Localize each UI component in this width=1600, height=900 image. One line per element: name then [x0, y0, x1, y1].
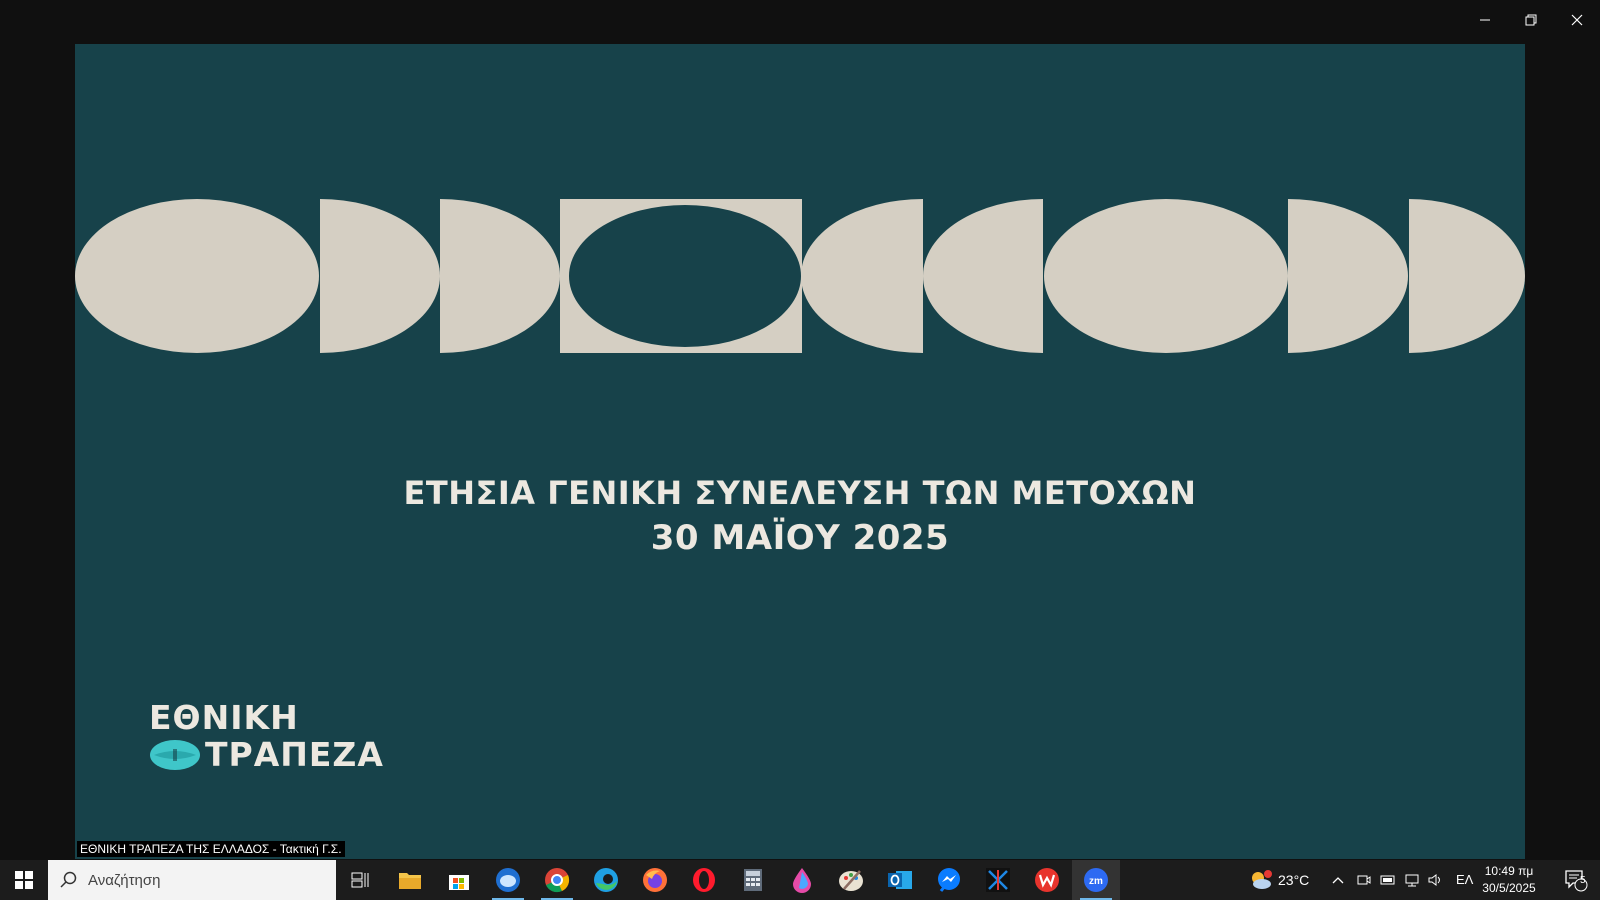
clock-time: 10:49 πμ: [1484, 864, 1534, 878]
shape-square-hole: [560, 199, 802, 353]
clock[interactable]: 10:49 πμ 30/5/2025: [1474, 863, 1544, 897]
minimize-icon: [1480, 19, 1490, 21]
close-icon: [1571, 14, 1583, 26]
shape-half-right: [440, 199, 560, 353]
shape-half-left: [801, 199, 923, 353]
clock-date: 30/5/2025: [1482, 881, 1536, 895]
minimize-button[interactable]: [1462, 0, 1508, 40]
network-icon: [1405, 874, 1419, 887]
opap-button[interactable]: [974, 860, 1022, 900]
notification-count: 5: [1580, 875, 1586, 886]
zoom-button[interactable]: zm: [1072, 860, 1120, 900]
video-caption: ΕΘΝΙΚΗ ΤΡΑΠΕΖΑ ΤΗΣ ΕΛΛΑΔΟΣ - Τακτική Γ.Σ…: [77, 841, 345, 857]
logo-word-1: ΕΘΝΙΚΗ: [149, 698, 299, 737]
calculator-icon: [744, 869, 762, 891]
edge-button[interactable]: [582, 860, 630, 900]
palette-icon: [839, 870, 863, 891]
headline-date: 30 ΜΑΪΟΥ 2025: [650, 518, 950, 558]
task-view-button[interactable]: [336, 860, 384, 900]
chevron-up-icon: [1332, 877, 1344, 884]
droplet-icon: [793, 868, 811, 893]
task-view-icon: [351, 872, 369, 888]
action-center-button[interactable]: 5: [1552, 860, 1600, 900]
chrome-icon: [545, 868, 570, 893]
battery-button[interactable]: [1376, 860, 1400, 900]
windows-icon: [15, 871, 33, 889]
store-button[interactable]: [435, 860, 483, 900]
chrome-button[interactable]: [533, 860, 581, 900]
shape-half-left: [923, 199, 1043, 353]
close-button[interactable]: [1554, 0, 1600, 40]
messenger-icon: [938, 868, 960, 892]
outlook-button[interactable]: [876, 860, 924, 900]
edge-icon: [594, 868, 618, 892]
headline-title: ΕΤΗΣΙΑ ΓΕΝΙΚΗ ΣΥΝΕΛΕΥΣΗ ΤΩΝ ΜΕΤΟΧΩΝ: [403, 474, 1197, 512]
thunderbird-button[interactable]: [484, 860, 532, 900]
outlook-icon: [888, 871, 912, 889]
weather-temperature: 23°C: [1278, 872, 1310, 888]
logo-mark-icon: [150, 739, 200, 770]
file-explorer-button[interactable]: [386, 860, 434, 900]
restore-icon: [1525, 14, 1537, 26]
bank-logo: ΕΘΝΙΚΗ ΤΡΑΠΕΖΑ: [149, 699, 384, 773]
messenger-button[interactable]: [925, 860, 973, 900]
language-indicator[interactable]: ΕΛ: [1456, 872, 1473, 887]
store-icon: [449, 875, 469, 890]
camera-icon: [1357, 875, 1371, 885]
search-placeholder: Αναζήτηση: [88, 871, 161, 889]
volume-button[interactable]: [1424, 860, 1448, 900]
weather-widget[interactable]: [1244, 860, 1278, 900]
calculator-button[interactable]: [729, 860, 777, 900]
shape-ellipse: [75, 199, 319, 353]
speaker-icon: [1428, 874, 1440, 886]
paint-button[interactable]: [827, 860, 875, 900]
color-app-button[interactable]: [778, 860, 826, 900]
wps-office-button[interactable]: [1023, 860, 1071, 900]
zoom-icon: zm: [1084, 868, 1108, 892]
svg-text:zm: zm: [1089, 876, 1103, 887]
taskbar: Αναζήτηση zm 23°C ΕΛ 10:49 πμ 30/5/2025 …: [0, 860, 1600, 900]
shape-half-right: [1409, 199, 1525, 353]
taskbar-search[interactable]: Αναζήτηση: [48, 860, 336, 900]
opera-button[interactable]: [680, 860, 728, 900]
battery-icon: [1380, 875, 1395, 885]
video-area[interactable]: ΕΤΗΣΙΑ ΓΕΝΙΚΗ ΣΥΝΕΛΕΥΣΗ ΤΩΝ ΜΕΤΟΧΩΝ 30 Μ…: [75, 44, 1525, 859]
firefox-icon: [643, 868, 667, 892]
shape-ellipse: [1044, 199, 1288, 353]
shape-half-right: [320, 199, 440, 353]
folder-icon: [399, 873, 421, 889]
firefox-button[interactable]: [631, 860, 679, 900]
restore-button[interactable]: [1508, 0, 1554, 40]
show-hidden-icons-button[interactable]: [1326, 860, 1350, 900]
start-button[interactable]: [0, 860, 48, 900]
network-button[interactable]: [1400, 860, 1424, 900]
weather-icon: [1252, 870, 1272, 889]
shape-half-right: [1288, 199, 1408, 353]
opera-icon: [693, 868, 715, 892]
search-icon: [60, 871, 77, 888]
logo-word-2: ΤΡΑΠΕΖΑ: [205, 735, 384, 774]
opap-icon: [986, 868, 1010, 892]
thunderbird-icon: [496, 868, 520, 892]
meet-now-button[interactable]: [1352, 860, 1376, 900]
wps-icon: [1035, 868, 1059, 892]
